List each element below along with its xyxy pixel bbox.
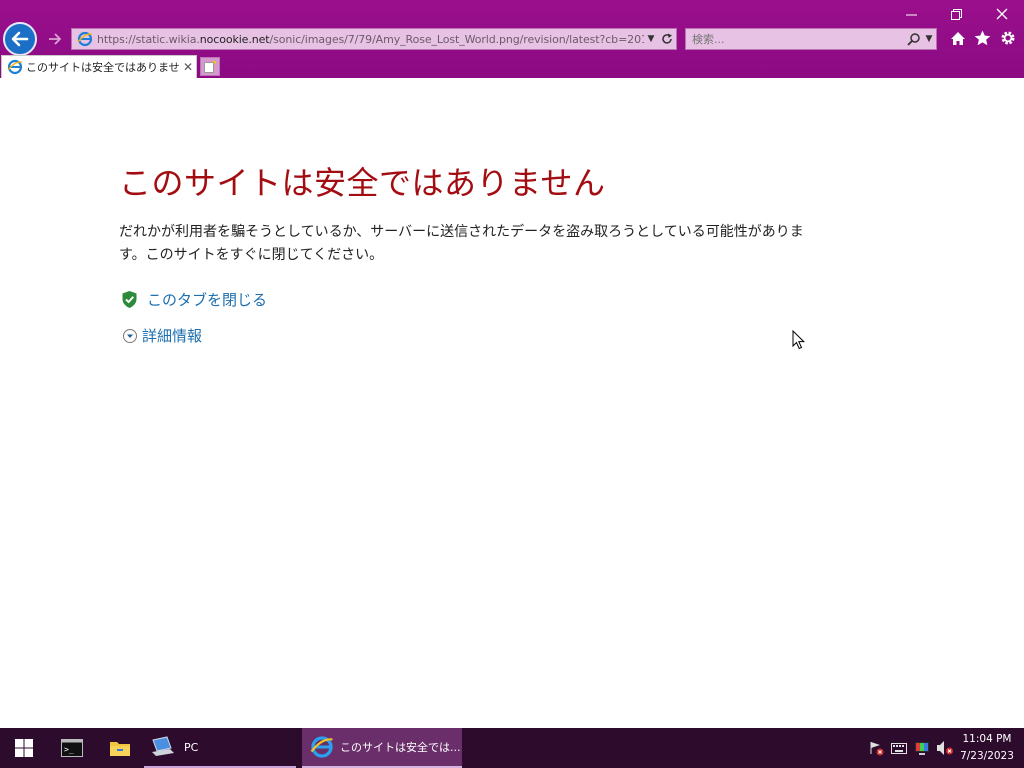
close-icon — [996, 8, 1007, 20]
folder-icon — [110, 742, 130, 756]
favorites-button[interactable] — [973, 28, 992, 48]
chevron-down-circle-icon — [123, 328, 137, 343]
details-link[interactable]: 詳細情報 — [122, 325, 202, 346]
page-content: このサイトは安全ではありません だれかが利用者を騙そうとしているか、サーバーに送… — [0, 78, 1024, 728]
search-icon — [906, 32, 920, 46]
window-controls — [889, 0, 1024, 28]
system-tray: 11:04 PM 7/23/2023 — [864, 728, 1024, 768]
tray-volume-button[interactable] — [933, 728, 956, 768]
mouse-cursor-icon — [792, 330, 806, 350]
taskbar-ie-label: このサイトは安全では... — [340, 741, 461, 754]
address-bar[interactable]: https://static.wikia.nocookie.net/sonic/… — [71, 28, 677, 50]
back-arrow-icon — [11, 31, 29, 47]
clock[interactable]: 11:04 PM 7/23/2023 — [956, 731, 1018, 765]
url-domain: nocookie.net — [199, 32, 270, 46]
browser-chrome: https://static.wikia.nocookie.net/sonic/… — [0, 0, 1024, 78]
restore-button[interactable] — [934, 0, 979, 28]
tab-title: このサイトは安全ではありません — [26, 61, 180, 74]
tab-close-icon[interactable]: ✕ — [180, 60, 196, 74]
minimize-icon — [906, 14, 917, 15]
taskbar-ie-button[interactable]: このサイトは安全では... — [302, 728, 462, 768]
forward-button[interactable] — [45, 30, 65, 48]
star-icon — [974, 30, 991, 46]
home-button[interactable] — [948, 28, 967, 48]
taskbar-cmd-button[interactable]: >_ — [48, 728, 96, 768]
windows-logo-icon — [15, 739, 33, 757]
gear-icon — [1001, 31, 1014, 45]
tab-active[interactable]: このサイトは安全ではありません ✕ — [1, 55, 197, 78]
start-button[interactable] — [0, 728, 48, 768]
search-dropdown-icon[interactable]: ▼ — [922, 34, 936, 44]
taskbar-pc-label: PC — [184, 740, 199, 754]
toolbar-icons — [948, 28, 1017, 48]
new-tab-button[interactable] — [200, 57, 220, 76]
search-button[interactable] — [904, 32, 922, 46]
refresh-button[interactable] — [658, 33, 676, 45]
back-button[interactable] — [3, 22, 37, 56]
taskbar-pc-button[interactable]: PC — [144, 728, 296, 768]
refresh-icon — [662, 33, 672, 44]
taskbar-explorer-button[interactable] — [96, 728, 144, 768]
close-window-button[interactable] — [979, 0, 1024, 28]
shield-check-icon — [122, 291, 137, 308]
forward-arrow-icon — [49, 33, 62, 45]
ie-icon — [77, 31, 93, 47]
tab-ie-icon — [7, 59, 23, 75]
restore-icon — [951, 8, 962, 20]
volume-muted-icon — [936, 741, 953, 755]
address-dropdown-icon[interactable]: ▼ — [644, 34, 658, 44]
taskbar: >_ PC このサイトは安全では... 11:04 PM 7/23/2023 — [0, 728, 1024, 768]
minimize-button[interactable] — [889, 0, 934, 28]
command-prompt-icon: >_ — [61, 739, 83, 757]
search-input[interactable] — [686, 32, 904, 46]
ie-icon — [310, 736, 333, 758]
search-box[interactable]: ▼ — [685, 28, 937, 50]
action-center-icon — [870, 742, 883, 756]
tray-flag-button[interactable] — [864, 728, 887, 768]
clock-time: 11:04 PM — [962, 733, 1012, 745]
details-label: 詳細情報 — [142, 327, 203, 345]
url-prefix: https://static.wikia. — [97, 32, 200, 46]
tray-display-button[interactable] — [910, 728, 933, 768]
page-description: だれかが利用者を騙そうとしているか、サーバーに送信されたデータを盗み取ろうとして… — [119, 224, 804, 263]
close-tab-link[interactable]: このタブを閉じる — [121, 289, 267, 310]
close-tab-label: このタブを閉じる — [147, 291, 268, 309]
display-color-icon — [914, 742, 929, 755]
page-title: このサイトは安全ではありません — [119, 164, 606, 202]
tray-keyboard-button[interactable] — [887, 728, 910, 768]
url-suffix: /sonic/images/7/79/Amy_Rose_Lost_World.p… — [269, 32, 644, 46]
new-tab-icon — [204, 60, 216, 73]
pc-icon — [152, 736, 174, 756]
clock-date: 7/23/2023 — [960, 750, 1014, 762]
svg-text:>_: >_ — [64, 745, 74, 754]
url-text[interactable]: https://static.wikia.nocookie.net/sonic/… — [97, 33, 644, 46]
keyboard-icon — [890, 742, 907, 754]
home-icon — [950, 31, 965, 45]
settings-button[interactable] — [998, 28, 1017, 48]
